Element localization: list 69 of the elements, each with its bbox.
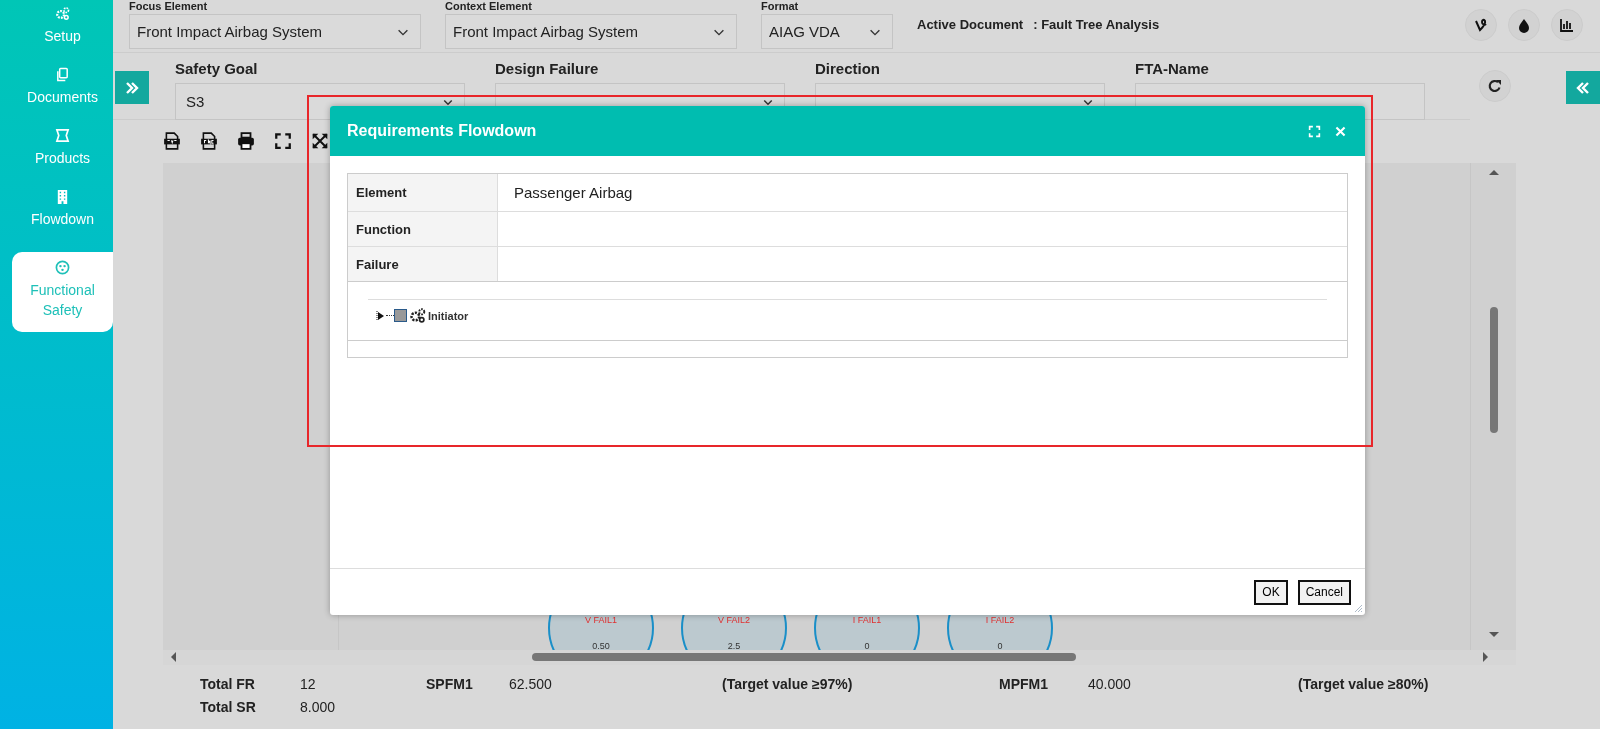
node-label: I FAIL2	[985, 615, 1015, 625]
dialog-button[interactable]: Cancel	[1297, 579, 1351, 605]
target-note: (Target value ≥97%)	[722, 675, 854, 694]
metric-label: SPFM1	[426, 675, 474, 694]
node-value: 0	[997, 641, 1003, 650]
building-icon	[55, 189, 70, 204]
toolbar-button[interactable]	[161, 130, 183, 152]
active-document-value: : Fault Tree Analysis	[1033, 17, 1160, 32]
toolbar-button[interactable]	[198, 130, 220, 152]
target-note: (Target value ≥80%)	[1298, 675, 1430, 694]
png-file-icon	[200, 132, 218, 150]
metric-value: 12	[300, 675, 317, 694]
printer-icon	[237, 132, 255, 150]
node-label: V FAIL1	[585, 615, 617, 625]
table-cell-text: Passenger Airbag	[513, 183, 634, 203]
metric-value: 8.000	[300, 698, 337, 717]
close-icon	[1333, 124, 1347, 138]
collapse-panel-button[interactable]	[1566, 71, 1600, 104]
node-label: V FAIL2	[718, 615, 750, 625]
metric-label: Total SR	[200, 698, 257, 717]
drop-icon	[1516, 17, 1532, 33]
field-label: Design Failure	[495, 59, 600, 79]
metric-label: MPFM1	[999, 675, 1049, 694]
field-label: Safety Goal	[175, 59, 259, 79]
node-label: I FAIL1	[852, 615, 882, 625]
metric-value: 40.000	[1088, 675, 1132, 694]
table-cell: Function	[348, 212, 498, 246]
metric-label: Total FR	[200, 675, 256, 694]
refresh-icon	[1487, 78, 1503, 94]
tree-item-label[interactable]: Initiator	[428, 309, 469, 322]
tool-button[interactable]	[1465, 9, 1497, 41]
dropdown[interactable]: Front Impact Airbag System	[129, 14, 421, 49]
expand-panel-button[interactable]	[115, 71, 149, 104]
node-value: 0	[864, 641, 870, 650]
fit-screen-icon	[274, 132, 292, 150]
hazard-icon	[55, 260, 70, 275]
field-label: Format	[761, 0, 800, 13]
table-cell: Failure	[348, 247, 498, 281]
copy-icon	[55, 67, 70, 82]
node-value: 0.50	[592, 641, 610, 650]
tool-button[interactable]	[1551, 9, 1583, 41]
tool-button[interactable]	[1508, 9, 1540, 41]
node-value: 2.5	[727, 641, 741, 650]
dialog-button[interactable]: OK	[1254, 579, 1288, 605]
active-document-label: Active Document	[917, 17, 1024, 32]
refresh-button[interactable]	[1479, 70, 1511, 102]
expand-arrows-icon	[311, 132, 329, 150]
double-chevron-left-icon	[1575, 79, 1591, 96]
field-label: Direction	[815, 59, 881, 79]
vine-icon	[1473, 17, 1489, 33]
field-label: Context Element	[445, 0, 533, 13]
dialog-title: Requirements Flowdown	[347, 122, 537, 140]
field-label: Focus Element	[129, 0, 209, 13]
dropdown[interactable]: Front Impact Airbag System	[445, 14, 737, 49]
maximize-icon	[1307, 124, 1321, 138]
expand-toggle[interactable]	[376, 310, 386, 321]
double-chevron-right-icon	[124, 79, 140, 96]
field-label: FTA-Name	[1135, 59, 1210, 79]
frame-icon	[55, 128, 70, 143]
table-cell: Element	[348, 174, 498, 211]
checkbox[interactable]	[394, 309, 407, 322]
toolbar-button[interactable]	[272, 130, 294, 152]
dropdown[interactable]: AIAG VDA	[761, 14, 893, 49]
bar-chart-icon	[1559, 17, 1575, 33]
caret-right-icon	[376, 310, 386, 321]
svg-file-icon	[163, 132, 181, 150]
resize-grip-icon	[1353, 603, 1363, 613]
toolbar-button[interactable]	[235, 130, 257, 152]
metric-value: 62.500	[509, 675, 553, 694]
